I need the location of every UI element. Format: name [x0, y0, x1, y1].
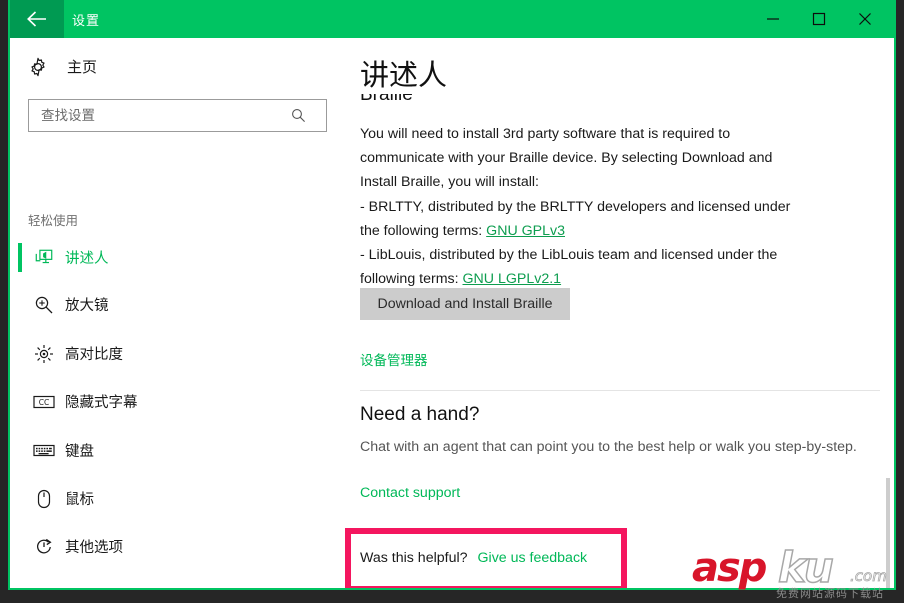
- main-panel: Braille 讲述人 You will need to install 3rd…: [346, 38, 894, 588]
- brltty-text: - BRLTTY, distributed by the BRLTTY deve…: [360, 199, 791, 239]
- narrator-icon: [32, 248, 56, 268]
- sidebar-item-mouse[interactable]: 鼠标: [10, 475, 346, 522]
- sidebar-item-label: 隐藏式字幕: [65, 395, 138, 411]
- scrollbar-track[interactable]: [882, 38, 894, 588]
- settings-window: 设置 主页 查找设置 轻松使用 讲述人 放大镜 高对比度 CC 隐藏式字幕 键盘…: [8, 0, 896, 590]
- feedback-row: Was this helpful? Give us feedback: [360, 550, 587, 566]
- sidebar-item-label: 其他选项: [65, 540, 123, 556]
- sidebar-item-magnifier[interactable]: 放大镜: [10, 281, 346, 328]
- sidebar-item-closed-captions[interactable]: CC 隐藏式字幕: [10, 378, 346, 425]
- selection-indicator: [18, 484, 22, 513]
- section-divider: [360, 390, 880, 391]
- need-a-hand-description: Chat with an agent that can point you to…: [360, 439, 857, 455]
- give-us-feedback-link[interactable]: Give us feedback: [478, 550, 588, 566]
- brltty-paragraph: - BRLTTY, distributed by the BRLTTY deve…: [360, 195, 808, 243]
- sidebar-item-label: 讲述人: [65, 251, 109, 267]
- selection-indicator: [18, 436, 22, 465]
- selection-indicator: [18, 532, 22, 561]
- feedback-question: Was this helpful?: [360, 550, 468, 566]
- back-arrow-icon: [27, 11, 46, 27]
- brightness-icon: [32, 344, 56, 364]
- sidebar-item-label: 放大镜: [65, 298, 109, 314]
- selection-indicator: [18, 243, 22, 272]
- minimize-icon: [767, 18, 779, 20]
- gear-icon: [31, 57, 45, 76]
- sidebar-home-label: 主页: [67, 59, 98, 76]
- sidebar-group-label: 轻松使用: [28, 214, 79, 228]
- sidebar-item-home[interactable]: 主页: [28, 56, 97, 77]
- sidebar-item-narrator[interactable]: 讲述人: [10, 234, 346, 281]
- search-box[interactable]: [28, 99, 327, 132]
- keyboard-icon: [32, 443, 56, 458]
- gnu-lgplv21-link[interactable]: GNU LGPLv2.1: [463, 271, 562, 287]
- page-title: 讲述人: [360, 52, 456, 94]
- selection-indicator: [18, 387, 22, 416]
- window-content: 主页 轻松使用: [10, 38, 894, 588]
- sidebar-item-label: 鼠标: [65, 492, 94, 508]
- liblouis-paragraph: - LibLouis, distributed by the LibLouis …: [360, 243, 808, 291]
- download-install-braille-button[interactable]: Download and Install Braille: [360, 288, 570, 320]
- mouse-icon: [32, 489, 56, 509]
- back-button[interactable]: [10, 0, 64, 38]
- minimize-button[interactable]: [750, 0, 796, 38]
- gnu-gplv3-link[interactable]: GNU GPLv3: [486, 223, 565, 239]
- device-manager-link[interactable]: 设备管理器: [360, 349, 428, 369]
- scrollbar-thumb[interactable]: [886, 478, 890, 588]
- app-title: 设置: [72, 13, 101, 28]
- close-button[interactable]: [842, 0, 888, 38]
- intro-paragraph: You will need to install 3rd party softw…: [360, 126, 773, 190]
- contact-support-link[interactable]: Contact support: [360, 485, 460, 501]
- sidebar: 主页 轻松使用: [10, 38, 346, 588]
- screen: 设置 主页 查找设置 轻松使用 讲述人 放大镜 高对比度 CC 隐藏式字幕 键盘…: [0, 0, 904, 603]
- search-input[interactable]: [29, 100, 281, 131]
- liblouis-text: - LibLouis, distributed by the LibLouis …: [360, 247, 778, 287]
- svg-text:CC: CC: [39, 398, 49, 407]
- search-icon[interactable]: [281, 108, 315, 123]
- sidebar-item-other-options[interactable]: 其他选项: [10, 523, 346, 570]
- sidebar-item-high-contrast[interactable]: 高对比度: [10, 330, 346, 377]
- selection-indicator: [18, 339, 22, 368]
- selection-indicator: [18, 290, 22, 319]
- closed-caption-icon: CC: [32, 394, 56, 410]
- maximize-button[interactable]: [796, 0, 842, 38]
- sidebar-item-keyboard[interactable]: 键盘: [10, 427, 346, 474]
- sidebar-item-label: 键盘: [65, 444, 94, 460]
- close-icon: [859, 13, 871, 25]
- magnifier-icon: [32, 295, 56, 315]
- title-bar: 设置: [10, 0, 894, 38]
- maximize-icon: [812, 12, 826, 26]
- need-a-hand-title: Need a hand?: [360, 404, 480, 425]
- other-options-icon: [32, 537, 56, 557]
- sidebar-item-label: 高对比度: [65, 347, 123, 363]
